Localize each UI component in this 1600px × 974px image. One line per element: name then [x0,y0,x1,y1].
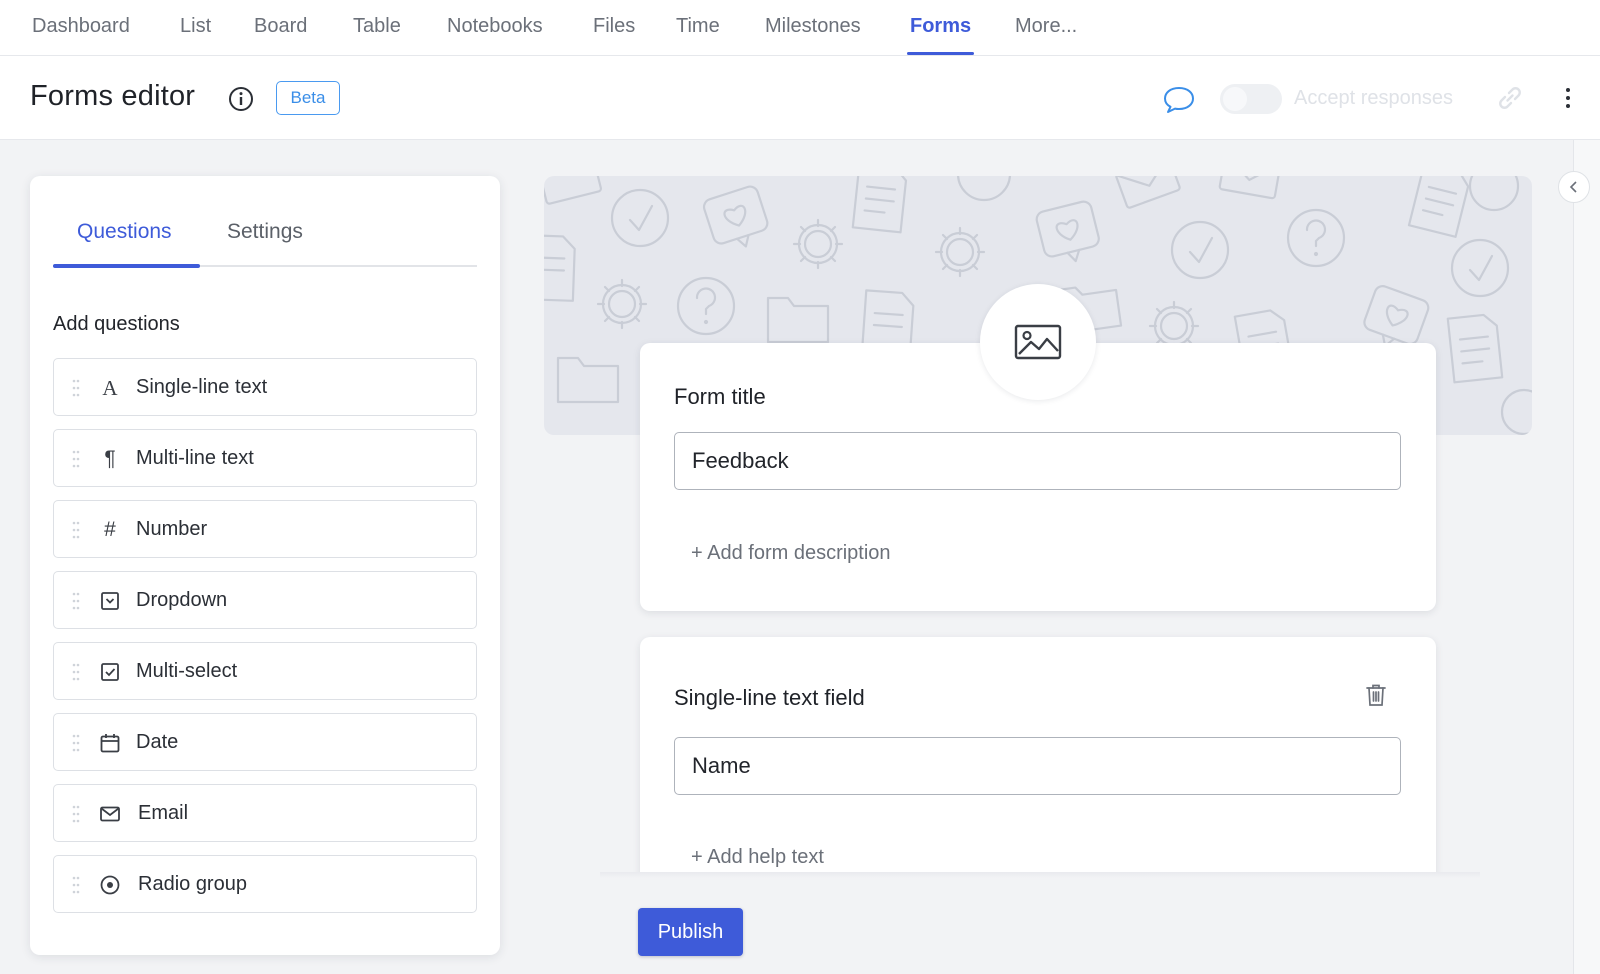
publish-button[interactable]: Publish [638,908,743,956]
toggle-knob [1223,87,1247,111]
envelope-icon [100,806,120,822]
question-type-label: Multi-select [136,660,238,682]
tab-notebooks[interactable]: Notebooks [447,0,543,56]
tab-questions[interactable]: Questions [77,220,172,244]
hash-icon: # [104,518,116,541]
add-help-text-link[interactable]: + Add help text [691,846,824,869]
more-options-icon[interactable] [1556,84,1580,112]
question-panel: Questions Settings Add questions A Singl… [30,176,500,955]
add-questions-heading: Add questions [53,313,180,335]
tab-milestones[interactable]: Milestones [765,0,861,56]
drag-handle-icon[interactable] [72,591,80,611]
drag-handle-icon[interactable] [72,662,80,682]
question-type-single-line-text[interactable]: A Single-line text [53,358,477,416]
question-type-date[interactable]: Date [53,713,477,771]
link-icon[interactable] [1494,82,1526,114]
tab-dashboard[interactable]: Dashboard [32,0,130,56]
drag-handle-icon[interactable] [72,520,80,540]
tab-table[interactable]: Table [353,0,401,56]
info-icon[interactable] [228,86,254,112]
drag-handle-icon[interactable] [72,733,80,753]
page-title: Forms editor [30,80,196,112]
question-type-label: Number [136,518,208,540]
drag-handle-icon[interactable] [72,804,80,824]
question-input[interactable]: Name [674,737,1401,795]
active-tab-indicator [53,264,200,268]
tab-settings[interactable]: Settings [227,220,303,244]
calendar-icon [100,734,120,753]
drag-handle-icon[interactable] [72,378,80,398]
drag-handle-icon[interactable] [72,875,80,895]
question-type-label: Date [136,731,179,753]
image-icon [1014,324,1062,360]
collapse-panel-button[interactable] [1558,171,1590,203]
question-type-label: Email [138,802,189,824]
tab-forms[interactable]: Forms [906,0,975,56]
tab-board[interactable]: Board [254,0,307,56]
question-type-label: Single-line text [136,376,268,398]
tab-more[interactable]: More... [1015,0,1077,56]
add-cover-image-button[interactable] [980,284,1096,400]
accept-responses-label: Accept responses [1294,87,1453,109]
add-form-description-link[interactable]: + Add form description [691,542,891,565]
comment-icon[interactable] [1162,85,1196,115]
question-card: Single-line text field Name + Add help t… [640,637,1436,877]
editor-header: Forms editor Beta Accept responses [0,56,1600,140]
tab-time[interactable]: Time [676,0,720,56]
question-type-number[interactable]: # Number [53,500,477,558]
drag-handle-icon[interactable] [72,449,80,469]
checkbox-icon [101,663,119,681]
question-type-multi-line-text[interactable]: ¶ Multi-line text [53,429,477,487]
form-title-input[interactable]: Feedback [674,432,1401,490]
question-type-label: Multi-line text [136,447,254,469]
top-nav: Dashboard List Board Table Notebooks Fil… [0,0,1600,56]
question-type-radio-group[interactable]: Radio group [53,855,477,913]
question-type-dropdown[interactable]: Dropdown [53,571,477,629]
text-a-icon: A [102,375,118,400]
trash-icon[interactable] [1365,683,1387,707]
question-title: Single-line text field [674,685,865,710]
question-type-email[interactable]: Email [53,784,477,842]
accept-responses-toggle[interactable] [1220,84,1282,114]
paragraph-icon: ¶ [104,447,116,470]
side-strip [1573,140,1600,974]
beta-badge: Beta [276,81,340,115]
question-type-label: Dropdown [136,589,228,611]
dropdown-icon [101,592,119,610]
radio-icon [100,875,120,895]
form-title-label: Form title [674,384,766,409]
question-type-multi-select[interactable]: Multi-select [53,642,477,700]
tab-files[interactable]: Files [593,0,635,56]
tab-list[interactable]: List [180,0,211,56]
question-type-label: Radio group [138,873,247,895]
chevron-left-icon [1569,181,1577,193]
